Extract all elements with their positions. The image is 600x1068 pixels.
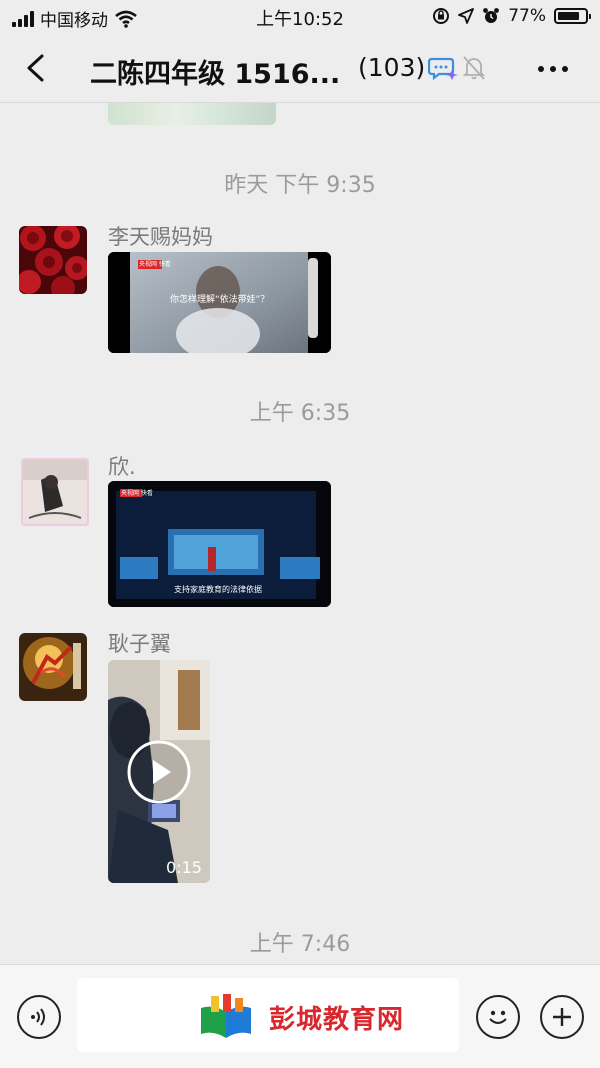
chat-header: 二陈四年级 1516... (103): [0, 34, 600, 103]
video-tag: 央视网 快看: [121, 490, 153, 497]
watermark-text: 彭城教育网: [269, 1004, 405, 1035]
book-logo-icon: [201, 994, 251, 1038]
avatar[interactable]: [19, 633, 87, 701]
emoji-button[interactable]: [476, 995, 520, 1039]
video-caption: 支持家庭教育的法律依据: [174, 585, 262, 594]
back-button[interactable]: [18, 50, 54, 86]
avatar[interactable]: [21, 458, 89, 526]
sender-name: 耿子翼: [108, 632, 171, 656]
mute-bell-icon: [462, 56, 486, 80]
sender-name: 欣.: [108, 455, 136, 479]
alarm-icon: [483, 8, 500, 23]
rotation-lock-icon: [433, 8, 450, 24]
status-bar: 中国移动 上午10:52 77%: [0, 0, 600, 34]
timestamp: 上午 7:46: [249, 932, 351, 957]
input-bar: 彭城教育网: [0, 964, 600, 1068]
video-tag: 央视网 快看: [139, 261, 171, 268]
message-list[interactable]: 昨天 下午 9:35 李天赐妈妈 你怎样理解“依法带娃”？ 央视网 快看 上午 …: [0, 103, 600, 965]
video-message[interactable]: 支持家庭教育的法律依据 央视网 快看: [108, 481, 331, 607]
site-logo: 彭城教育网: [197, 994, 404, 1040]
status-right: 77%: [432, 6, 591, 26]
battery-percent: 77%: [508, 6, 546, 26]
emoji-icon: [489, 1010, 507, 1024]
chat-title: 二陈四年级 1516...: [90, 59, 341, 90]
video-duration: 0:15: [166, 858, 202, 877]
timestamp: 上午 6:35: [249, 401, 351, 426]
member-count: (103): [358, 53, 426, 82]
plus-icon: [553, 1008, 571, 1026]
voice-icon: [31, 1008, 45, 1026]
message-input[interactable]: 彭城教育网: [77, 978, 459, 1052]
sender-name: 李天赐妈妈: [108, 225, 213, 249]
video-caption: 你怎样理解“依法带娃”？: [170, 295, 270, 305]
add-button[interactable]: [540, 995, 584, 1039]
location-icon: [458, 8, 475, 24]
battery-icon: [554, 8, 591, 24]
timestamp: 昨天 下午 9:35: [224, 173, 376, 198]
voice-button[interactable]: [17, 995, 61, 1039]
video-message[interactable]: 0:15: [108, 660, 210, 883]
video-message[interactable]: 你怎样理解“依法带娃”？ 央视网 快看: [108, 252, 331, 353]
avatar[interactable]: [19, 226, 87, 294]
chat-bubble-icon: [428, 57, 458, 81]
image-message-partial[interactable]: [108, 103, 276, 125]
more-button[interactable]: [528, 56, 578, 82]
